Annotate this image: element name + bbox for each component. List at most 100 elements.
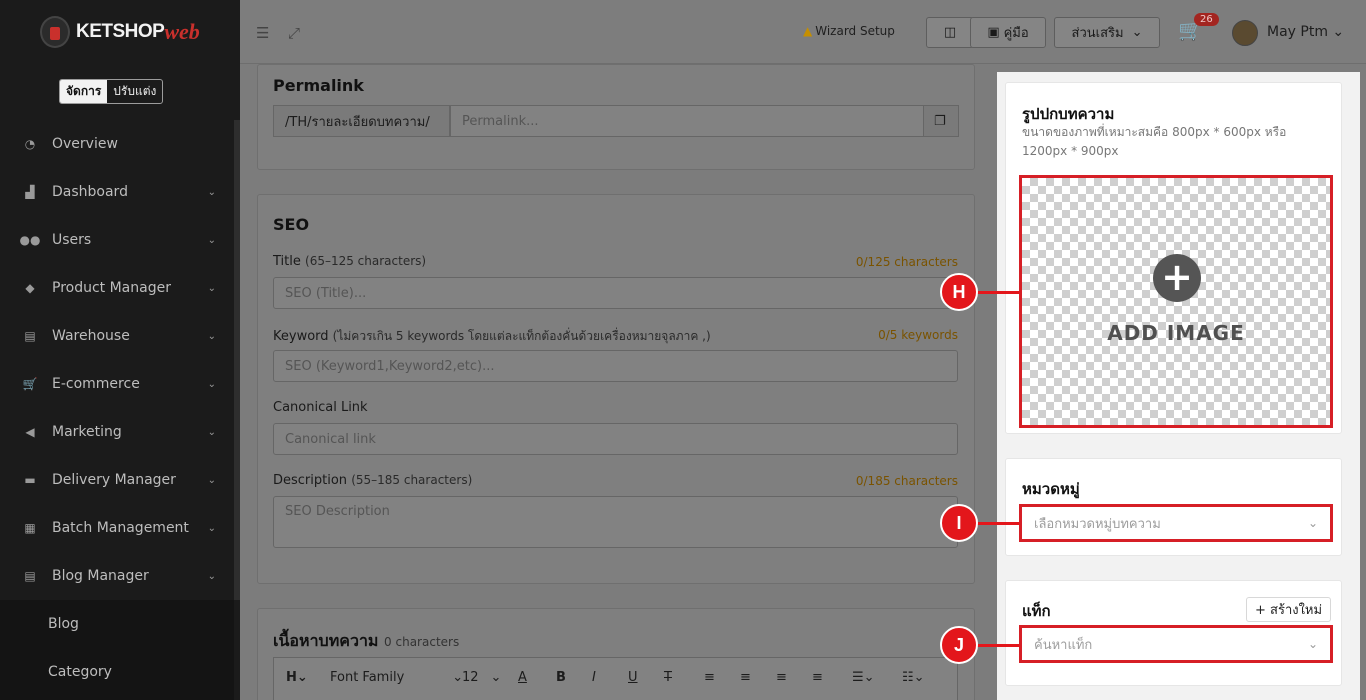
sidebar-item-label: Delivery Manager (52, 472, 176, 488)
cart-count-badge: 26 (1194, 13, 1219, 26)
align-right-icon[interactable]: ≡ (776, 670, 787, 685)
seo-title-input[interactable]: SEO (Title)... (273, 277, 958, 309)
manual-button[interactable]: ▣ คู่มือ (970, 17, 1046, 48)
sidebar-item-label: Dashboard (52, 184, 128, 200)
sidebar-item-label: Marketing (52, 424, 122, 440)
seo-title: SEO (273, 215, 310, 234)
underline-icon[interactable]: U (628, 670, 638, 685)
fullscreen-icon[interactable]: ⤢ (288, 24, 300, 42)
addons-dropdown[interactable]: ส่วนเสริม ⌄ (1054, 17, 1160, 48)
sidebar-item-marketing[interactable]: ◀ Marketing ⌄ (0, 408, 234, 456)
brand-logo[interactable]: KETSHOP web (40, 14, 200, 50)
user-menu[interactable]: May Ptm ⌄ (1267, 24, 1344, 40)
mode-manage-button[interactable]: จัดการ (60, 80, 108, 103)
category-card: หมวดหมู่ เลือกหมวดหมู่บทความ ⌄ (1005, 458, 1342, 556)
strikethrough-icon[interactable]: T (664, 670, 672, 685)
chevron-down-icon: ⌄ (207, 330, 216, 342)
font-color-icon[interactable]: A (518, 670, 527, 685)
font-size-select[interactable]: 12 ⌄ (462, 670, 501, 685)
seo-description-textarea[interactable]: SEO Description (273, 496, 958, 548)
create-tag-button[interactable]: + สร้างใหม่ (1246, 597, 1332, 622)
sidebar-item-delivery-manager[interactable]: ▬ Delivery Manager ⌄ (0, 456, 234, 504)
wizard-setup-label: Wizard Setup (815, 24, 895, 38)
content-title-text: เนื้อหาบทความ (273, 631, 379, 650)
tag-search-select[interactable]: ค้นหาแท็ก ⌄ (1019, 625, 1333, 663)
add-image-dropzone[interactable]: + ADD IMAGE (1019, 175, 1333, 428)
tag-card: แท็ก + สร้างใหม่ ค้นหาแท็ก ⌄ (1005, 580, 1342, 686)
chevron-down-icon: ⌄ (1131, 25, 1143, 40)
seo-title-counter: 0/125 characters (855, 255, 958, 269)
sidebar-item-warehouse[interactable]: ▤ Warehouse ⌄ (0, 312, 234, 360)
sidebar-item-dashboard[interactable]: ▟ Dashboard ⌄ (0, 168, 234, 216)
numbered-list-icon[interactable]: ☷⌄ (902, 670, 925, 685)
bold-icon[interactable]: B (556, 670, 566, 685)
permalink-input[interactable]: Permalink... (450, 105, 924, 137)
add-image-label: ADD IMAGE (1107, 321, 1245, 345)
tag-placeholder: ค้นหาแท็ก (1034, 637, 1093, 653)
sidebar-scrollbar[interactable] (234, 120, 240, 600)
language-icon: ◫ (943, 25, 957, 40)
sidebar-item-label: Blog Manager (52, 568, 149, 584)
mode-customize-button[interactable]: ปรับแต่ง (107, 80, 162, 103)
chevron-down-icon: ⌄ (207, 522, 216, 534)
marker-i-line (974, 522, 1020, 525)
align-left-icon[interactable]: ≡ (704, 670, 715, 685)
brand-accent: web (164, 19, 200, 44)
truck-icon: ▬ (24, 473, 36, 487)
warning-icon: ▲ (803, 24, 813, 38)
font-size-label: 12 (462, 670, 479, 685)
content-title: เนื้อหาบทความ 0 characters (273, 629, 459, 654)
bar-chart-icon: ▟ (25, 185, 35, 199)
seo-card: SEO Title (65–125 characters) 0/125 char… (257, 194, 975, 584)
sidebar-item-ecommerce[interactable]: 🛒 E-commerce ⌄ (0, 360, 234, 408)
chevron-down-icon: ⌄ (207, 234, 216, 246)
addons-label: ส่วนเสริม (1071, 26, 1124, 41)
avatar[interactable] (1232, 20, 1258, 46)
align-justify-icon[interactable]: ≡ (812, 670, 823, 685)
seo-keyword-counter: 0/5 keywords (878, 328, 958, 342)
chevron-down-icon: ⌄ (207, 474, 216, 486)
category-select[interactable]: เลือกหมวดหมู่บทความ ⌄ (1019, 504, 1333, 542)
font-family-label: Font Family (330, 670, 405, 685)
category-title: หมวดหมู่ (1022, 480, 1080, 498)
sidebar-item-label: Batch Management (52, 520, 189, 536)
seo-canonical-input[interactable]: Canonical link (273, 423, 958, 455)
chevron-down-icon: ⌄ (1307, 637, 1318, 651)
marker-h-line (974, 291, 1020, 294)
blog-icon: ▤ (24, 569, 36, 583)
align-center-icon[interactable]: ≡ (740, 670, 751, 685)
seo-title-label: Title (65–125 characters) (273, 254, 426, 269)
chevron-down-icon: ⌄ (490, 670, 502, 685)
permalink-prefix: /TH/รายละเอียดบทความ/ (273, 105, 450, 137)
warehouse-icon: ▤ (24, 329, 36, 343)
sidebar-item-blog-manager[interactable]: ▤ Blog Manager ⌄ (0, 552, 234, 600)
sidebar-item-product-manager[interactable]: ◆ Product Manager ⌄ (0, 264, 234, 312)
users-icon: ●● (19, 233, 41, 247)
category-placeholder: เลือกหมวดหมู่บทความ (1034, 516, 1161, 532)
language-button[interactable]: ◫ (926, 17, 974, 48)
wizard-setup-link[interactable]: ▲ Wizard Setup (803, 24, 895, 38)
sidebar-item-users[interactable]: ●● Users ⌄ (0, 216, 234, 264)
seo-keyword-input[interactable]: SEO (Keyword1,Keyword2,etc)... (273, 350, 958, 382)
chevron-down-icon: ⌄ (207, 282, 216, 294)
chevron-down-icon: ⌄ (1307, 516, 1318, 530)
blog-manager-submenu: Blog Category (0, 600, 234, 700)
italic-icon[interactable]: I (592, 670, 596, 685)
chevron-down-icon: ⌄ (207, 570, 216, 582)
marker-j-line (974, 644, 1020, 647)
seo-description-hint: (55–185 characters) (351, 473, 473, 487)
manual-label: คู่มือ (1003, 26, 1029, 41)
sidebar-subitem-category[interactable]: Category (0, 648, 234, 696)
chevron-down-icon: ⌄ (207, 378, 216, 390)
collapse-menu-icon[interactable]: ☰ (256, 24, 269, 42)
chevron-down-icon: ⌄ (207, 426, 216, 438)
font-family-select[interactable]: Font Family ⌄ (330, 670, 463, 685)
marker-j: J (940, 626, 978, 664)
sidebar-item-overview[interactable]: ◔ Overview (0, 120, 234, 168)
heading-icon[interactable]: H⌄ (286, 670, 308, 685)
bullet-list-icon[interactable]: ☰⌄ (852, 670, 875, 685)
copy-button[interactable]: ❐ (923, 105, 959, 137)
topbar: ☰ ⤢ ▲ Wizard Setup ◫ ▣ คู่มือ ส่วนเสริม ⌄ 🛒… (240, 0, 1366, 64)
sidebar-item-batch-management[interactable]: ▦ Batch Management ⌄ (0, 504, 234, 552)
sidebar-subitem-blog[interactable]: Blog (0, 600, 234, 648)
